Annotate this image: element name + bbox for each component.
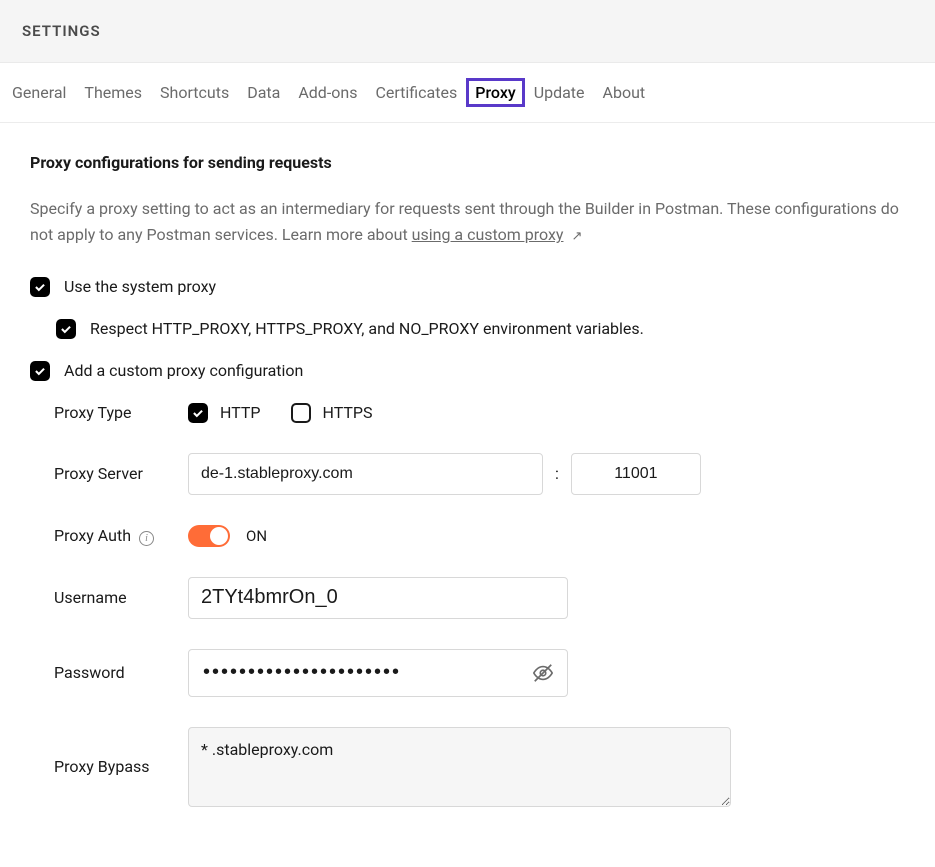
respect-env-checkbox[interactable]: [56, 319, 76, 339]
proxy-auth-controls: ON: [188, 525, 267, 547]
bypass-controls: [188, 727, 731, 807]
username-label: Username: [54, 588, 188, 607]
settings-header: SETTINGS: [0, 0, 935, 63]
https-checkbox[interactable]: [291, 403, 311, 423]
tab-about[interactable]: About: [603, 83, 646, 102]
info-icon[interactable]: i: [139, 531, 154, 546]
system-proxy-label: Use the system proxy: [64, 277, 216, 296]
tab-proxy[interactable]: Proxy: [469, 81, 521, 104]
proxy-settings-panel: Proxy configurations for sending request…: [0, 123, 935, 867]
tab-shortcuts[interactable]: Shortcuts: [160, 83, 229, 102]
respect-env-row: Respect HTTP_PROXY, HTTPS_PROXY, and NO_…: [56, 319, 905, 339]
proxy-server-label: Proxy Server: [54, 464, 188, 483]
custom-proxy-row: Add a custom proxy configuration: [30, 361, 905, 381]
tab-data[interactable]: Data: [247, 83, 280, 102]
tab-certificates[interactable]: Certificates: [375, 83, 457, 102]
password-row: Password: [54, 649, 905, 697]
checkmark-icon: [33, 280, 47, 294]
checkmark-icon: [191, 406, 205, 420]
custom-proxy-label: Add a custom proxy configuration: [64, 361, 303, 380]
proxy-type-label: Proxy Type: [54, 403, 188, 422]
username-controls: [188, 577, 568, 619]
proxy-host-input[interactable]: [188, 453, 543, 495]
proxy-auth-label: Proxy Auth i: [54, 526, 188, 546]
tab-update[interactable]: Update: [534, 83, 585, 102]
bypass-row: Proxy Bypass: [54, 727, 905, 807]
custom-proxy-link[interactable]: using a custom proxy: [412, 225, 564, 244]
proxy-type-https: HTTPS: [291, 403, 373, 423]
password-wrap: [188, 649, 568, 697]
tab-addons[interactable]: Add-ons: [298, 83, 357, 102]
proxy-server-controls: :: [188, 453, 701, 495]
toggle-thumb: [210, 527, 228, 545]
external-link-icon: ↗: [571, 226, 582, 247]
username-row: Username: [54, 577, 905, 619]
custom-proxy-checkbox[interactable]: [30, 361, 50, 381]
http-checkbox[interactable]: [188, 403, 208, 423]
proxy-type-group: HTTP HTTPS: [188, 403, 373, 423]
proxy-auth-state: ON: [246, 527, 267, 545]
section-description: Specify a proxy setting to act as an int…: [30, 196, 905, 249]
proxy-auth-row: Proxy Auth i ON: [54, 525, 905, 547]
tab-general[interactable]: General: [12, 83, 66, 102]
system-proxy-checkbox[interactable]: [30, 277, 50, 297]
settings-tabs: General Themes Shortcuts Data Add-ons Ce…: [0, 63, 935, 123]
proxy-form: Proxy Type HTTP HTTPS Proxy Server :: [54, 403, 905, 807]
tab-themes[interactable]: Themes: [84, 83, 142, 102]
http-label: HTTP: [220, 403, 261, 422]
respect-env-label: Respect HTTP_PROXY, HTTPS_PROXY, and NO_…: [90, 319, 644, 338]
checkmark-icon: [59, 322, 73, 336]
proxy-type-http: HTTP: [188, 403, 261, 423]
checkmark-icon: [33, 364, 47, 378]
section-title: Proxy configurations for sending request…: [30, 153, 905, 172]
https-label: HTTPS: [323, 403, 373, 422]
system-proxy-row: Use the system proxy: [30, 277, 905, 297]
password-controls: [188, 649, 568, 697]
eye-off-icon[interactable]: [532, 662, 554, 684]
link-text: using a custom proxy: [412, 225, 564, 244]
page-title: SETTINGS: [22, 22, 913, 40]
host-port-separator: :: [553, 464, 561, 483]
password-input[interactable]: [188, 649, 568, 697]
bypass-label: Proxy Bypass: [54, 757, 188, 776]
proxy-auth-label-text: Proxy Auth: [54, 526, 131, 545]
proxy-server-row: Proxy Server :: [54, 453, 905, 495]
proxy-port-input[interactable]: [571, 453, 701, 495]
proxy-type-row: Proxy Type HTTP HTTPS: [54, 403, 905, 423]
password-label: Password: [54, 663, 188, 682]
proxy-auth-toggle[interactable]: [188, 525, 230, 547]
bypass-textarea[interactable]: [188, 727, 731, 807]
username-input[interactable]: [188, 577, 568, 619]
